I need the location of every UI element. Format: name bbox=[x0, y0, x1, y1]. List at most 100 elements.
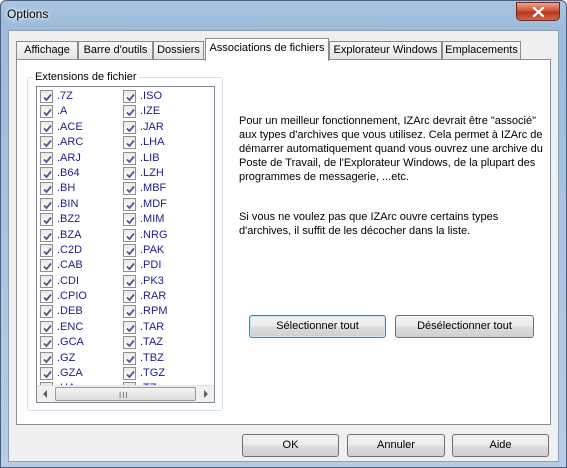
extension-checkbox[interactable] bbox=[40, 197, 53, 211]
extension-label: .BZ2 bbox=[57, 213, 81, 226]
checkmark-icon bbox=[43, 109, 52, 117]
extension-checkbox[interactable] bbox=[40, 213, 53, 227]
select-all-button[interactable]: Sélectionner tout bbox=[249, 315, 386, 338]
extension-checkbox[interactable] bbox=[123, 351, 136, 365]
extension-label: .RPM bbox=[140, 305, 168, 318]
extension-label: .GZA bbox=[57, 367, 83, 380]
extension-checkbox[interactable] bbox=[123, 120, 136, 134]
extension-checkbox[interactable] bbox=[40, 120, 53, 134]
checkmark-icon bbox=[126, 186, 135, 194]
extension-checkbox[interactable] bbox=[40, 259, 53, 273]
extension-checkbox[interactable] bbox=[123, 274, 136, 288]
extension-checkbox[interactable] bbox=[123, 367, 136, 381]
extension-label: .CAB bbox=[57, 259, 83, 272]
extension-checkbox[interactable] bbox=[40, 182, 53, 196]
extension-label: .B64 bbox=[57, 166, 80, 179]
uncheck-hint: Si vous ne voulez pas que IZArc ouvre ce… bbox=[239, 211, 499, 237]
checkmark-icon bbox=[126, 124, 135, 133]
extension-checkbox[interactable] bbox=[123, 136, 136, 150]
checkmark-icon bbox=[126, 278, 135, 287]
extension-checkbox[interactable] bbox=[40, 290, 53, 304]
extension-checkbox[interactable] bbox=[123, 228, 136, 242]
checkmark-icon bbox=[126, 370, 135, 379]
extension-checkbox[interactable] bbox=[40, 90, 53, 103]
horizontal-scrollbar[interactable]: III bbox=[37, 385, 214, 402]
checkmark-icon bbox=[43, 232, 52, 240]
deselect-all-button[interactable]: Désélectionner tout bbox=[395, 315, 534, 338]
extension-checkbox[interactable] bbox=[123, 213, 136, 227]
extension-checkbox[interactable] bbox=[40, 105, 53, 119]
extensions-group-label: Extensions de fichier bbox=[33, 71, 139, 83]
extension-checkbox[interactable] bbox=[40, 136, 53, 150]
extension-checkbox[interactable] bbox=[40, 367, 53, 381]
ok-button[interactable]: OK bbox=[242, 434, 339, 457]
extension-checkbox[interactable] bbox=[123, 105, 136, 119]
help-button[interactable]: Aide bbox=[452, 434, 549, 457]
checkmark-icon bbox=[126, 340, 135, 348]
title-bar[interactable]: Options bbox=[1, 1, 566, 29]
extension-checkbox[interactable] bbox=[40, 228, 53, 242]
checkmark-icon bbox=[126, 324, 135, 333]
extension-checkbox[interactable] bbox=[123, 90, 136, 103]
extension-label: .MIM bbox=[140, 213, 165, 226]
extension-checkbox[interactable] bbox=[123, 182, 136, 196]
association-description: Pour un meilleur fonctionnement, IZArc d… bbox=[239, 115, 543, 183]
extension-checkbox[interactable] bbox=[40, 166, 53, 180]
extension-checkbox[interactable] bbox=[123, 320, 136, 334]
scroll-left-arrow[interactable] bbox=[37, 386, 54, 402]
checkmark-icon bbox=[126, 355, 135, 363]
checkmark-icon bbox=[43, 124, 52, 133]
extension-checkbox[interactable] bbox=[123, 336, 136, 350]
extension-checkbox[interactable] bbox=[123, 305, 136, 319]
extension-checkbox[interactable] bbox=[123, 259, 136, 273]
checkmark-icon bbox=[43, 155, 52, 163]
extension-label: .LHA bbox=[140, 136, 165, 149]
checkmark-icon bbox=[43, 217, 52, 225]
tab-barre-outils[interactable]: Barre d'outils bbox=[78, 41, 153, 60]
extension-checkbox[interactable] bbox=[40, 305, 53, 319]
tab-associations-fichiers[interactable]: Associations de fichiers bbox=[205, 38, 329, 61]
arrow-right-icon bbox=[204, 390, 208, 398]
extension-label: .7Z bbox=[57, 90, 73, 102]
extension-label: .ISO bbox=[140, 90, 163, 102]
extension-label: .ACE bbox=[57, 120, 83, 133]
extension-checkbox[interactable] bbox=[123, 290, 136, 304]
checkmark-icon bbox=[43, 309, 52, 317]
checkmark-icon bbox=[43, 201, 52, 210]
extension-label: .PK3 bbox=[140, 274, 164, 287]
extension-checkbox[interactable] bbox=[123, 151, 136, 165]
checkmark-icon bbox=[43, 247, 52, 256]
extension-checkbox[interactable] bbox=[40, 320, 53, 334]
checkmark-icon bbox=[126, 109, 135, 117]
close-button[interactable] bbox=[516, 2, 560, 21]
checkmark-icon bbox=[43, 294, 52, 302]
extension-checkbox[interactable] bbox=[40, 243, 53, 257]
tab-dossiers[interactable]: Dossiers bbox=[153, 41, 204, 60]
scroll-right-arrow[interactable] bbox=[197, 386, 214, 402]
extension-label: .BZA bbox=[57, 228, 82, 241]
extension-label: .PAK bbox=[140, 243, 165, 256]
extension-checkbox[interactable] bbox=[40, 336, 53, 350]
window-title: Options bbox=[7, 7, 49, 21]
checkmark-icon bbox=[126, 263, 135, 271]
scroll-thumb[interactable]: III bbox=[55, 387, 196, 401]
extension-label: .ARJ bbox=[57, 151, 81, 164]
extensions-groupbox: Extensions de fichier .7Z .A .ACE .ARC .ARJ.… bbox=[27, 71, 223, 411]
extension-checkbox[interactable] bbox=[123, 197, 136, 211]
checkmark-icon bbox=[43, 263, 52, 271]
tab-explorateur-windows[interactable]: Explorateur Windows bbox=[329, 41, 442, 60]
extension-label: .ARC bbox=[57, 136, 84, 149]
extension-label: .MBF bbox=[140, 182, 167, 195]
tab-affichage[interactable]: Affichage bbox=[16, 41, 78, 60]
extension-checkbox[interactable] bbox=[123, 166, 136, 180]
extension-checkbox[interactable] bbox=[40, 351, 53, 365]
close-icon bbox=[532, 7, 545, 17]
tab-emplacements[interactable]: Emplacements bbox=[442, 41, 521, 60]
extension-checkbox[interactable] bbox=[123, 243, 136, 257]
checkmark-icon bbox=[126, 232, 135, 240]
cancel-button[interactable]: Annuler bbox=[347, 434, 445, 457]
extensions-checklist[interactable]: .7Z .A .ACE .ARC .ARJ .B64 .BH .BIN .BZ2 .BZA .C2D… bbox=[36, 86, 215, 403]
extension-label: .C2D bbox=[57, 243, 83, 256]
extension-checkbox[interactable] bbox=[40, 274, 53, 288]
extension-checkbox[interactable] bbox=[40, 151, 53, 165]
